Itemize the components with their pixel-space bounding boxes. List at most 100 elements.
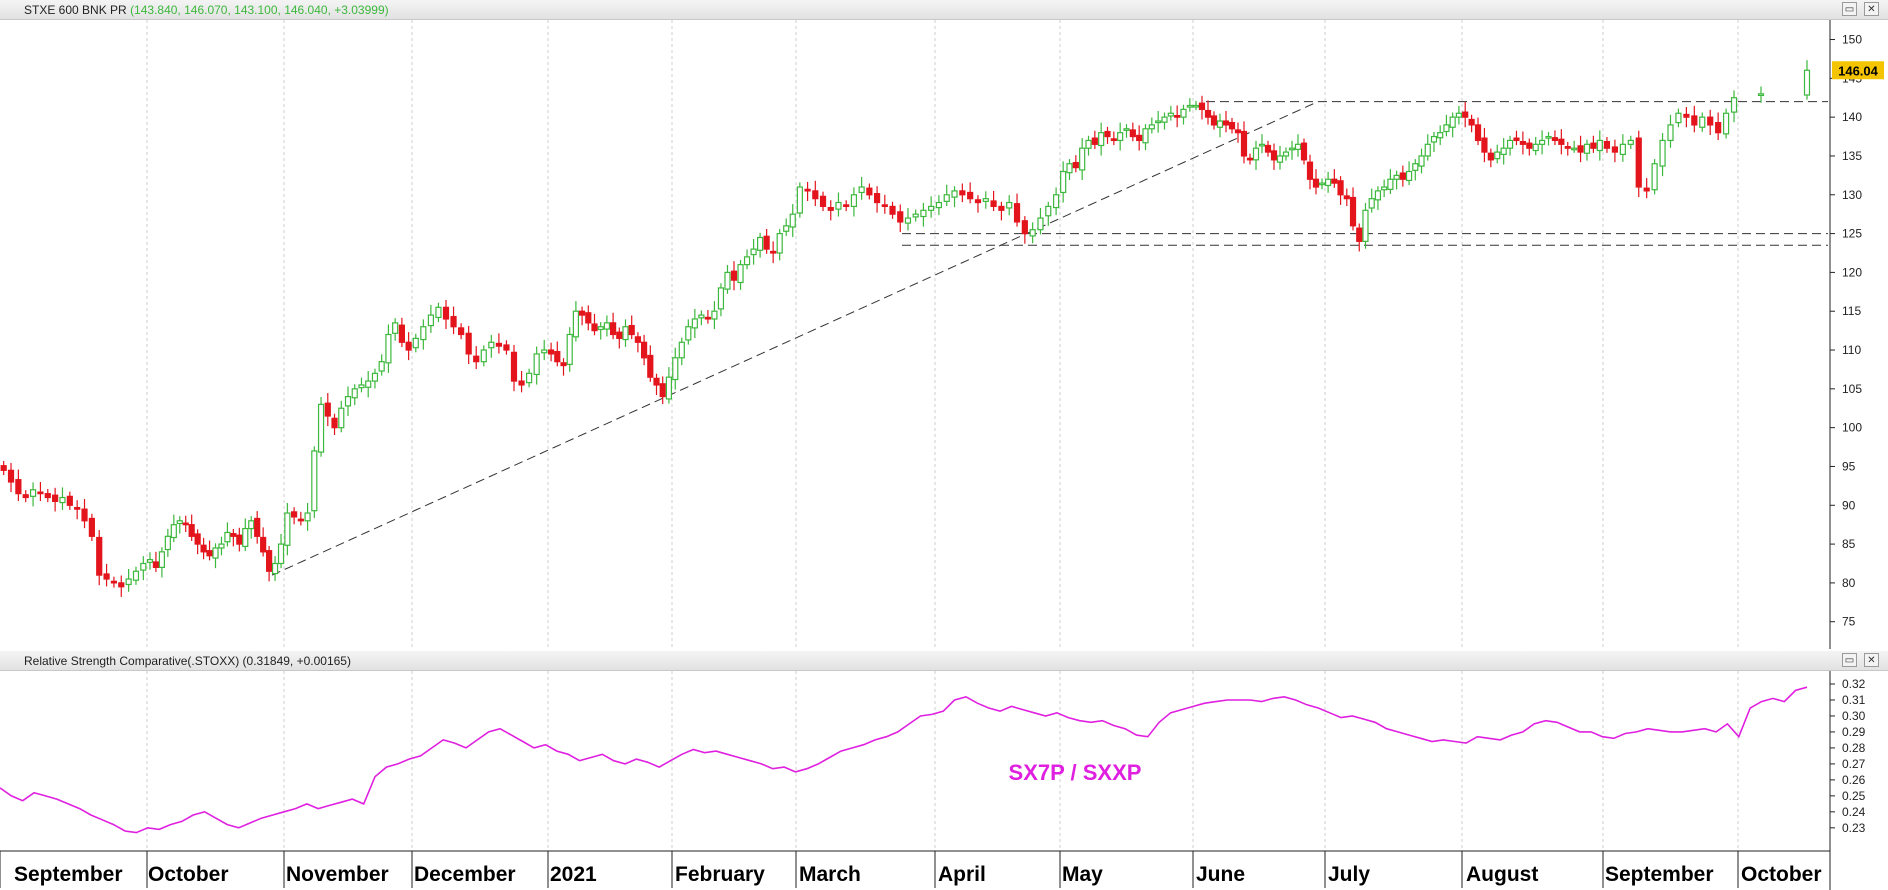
candle-body xyxy=(819,195,827,208)
candle-body xyxy=(1368,198,1375,209)
candle-body xyxy=(1412,163,1419,171)
candle-body xyxy=(1462,111,1469,118)
candle-body xyxy=(254,517,261,537)
ohlc-values: (143.840, 146.070, 143.100, 146.040, +3.… xyxy=(130,3,389,17)
rs-panel-title: Relative Strength Comparative(.STOXX) (0… xyxy=(24,654,351,668)
candle-body xyxy=(158,551,165,568)
candle-body xyxy=(665,376,673,400)
candle-body xyxy=(405,341,412,351)
candle-body xyxy=(982,198,989,202)
candle-body xyxy=(1611,146,1619,153)
candle-body xyxy=(1455,112,1462,118)
candle-body xyxy=(998,205,1005,211)
rs-tick-label: 0.26 xyxy=(1842,773,1866,787)
candle-body xyxy=(365,380,372,388)
candle-body xyxy=(1246,157,1254,161)
candle-body xyxy=(1513,137,1520,142)
candle-body xyxy=(371,372,379,382)
candle-body xyxy=(1306,161,1314,180)
candle-body xyxy=(1110,138,1117,142)
candle-body xyxy=(1136,134,1143,142)
price-tick-label: 135 xyxy=(1842,149,1862,163)
candle-body xyxy=(1551,137,1559,142)
candle-body xyxy=(1500,147,1507,156)
candle-body xyxy=(224,531,231,543)
candle-body xyxy=(442,306,450,320)
restore-icon[interactable]: ▭ xyxy=(1842,2,1857,16)
candle-body xyxy=(182,522,189,526)
price-tick-label: 105 xyxy=(1842,382,1862,396)
candle-body xyxy=(647,354,654,378)
candle-body xyxy=(324,402,331,417)
candle-body xyxy=(928,205,935,211)
candle-body xyxy=(331,417,338,429)
candle-body xyxy=(866,187,873,196)
candle-body xyxy=(66,495,73,506)
candle-body xyxy=(678,341,685,359)
candle-body xyxy=(1519,141,1526,145)
candle-body xyxy=(743,256,751,266)
candle-body xyxy=(495,342,502,347)
close-icon[interactable]: ✕ xyxy=(1864,2,1879,16)
candle-body xyxy=(412,337,419,349)
candle-body xyxy=(591,323,598,332)
instrument-name: STXE 600 BNK PR xyxy=(24,3,127,17)
candle-body xyxy=(1123,128,1130,131)
candle-body xyxy=(15,479,22,495)
candle-body xyxy=(311,450,318,512)
candle-body xyxy=(277,543,285,565)
candle-body xyxy=(691,318,698,329)
candle-body xyxy=(889,205,896,215)
rs-restore-icon[interactable]: ▭ xyxy=(1842,653,1857,667)
candle-body xyxy=(1564,146,1571,149)
candle-body xyxy=(547,349,555,355)
candle-body xyxy=(881,204,888,208)
candle-body xyxy=(317,403,325,453)
price-panel-title: STXE 600 BNK PR (143.840, 146.070, 143.1… xyxy=(24,3,389,17)
candle-body xyxy=(398,324,405,343)
rs-tick-label: 0.30 xyxy=(1842,709,1866,723)
price-chart[interactable]: 7580859095100105110115120125130135140145… xyxy=(0,20,1888,649)
rs-chart[interactable]: 0.23 0.24 0.25 0.26 0.27 0.28 0.29 0.30 0.31 0.32… xyxy=(0,671,1888,850)
candle-body xyxy=(1399,172,1406,180)
candle-body xyxy=(1337,180,1344,196)
candle-body xyxy=(1481,137,1488,153)
candle-body xyxy=(176,520,183,525)
candle-body xyxy=(1635,137,1642,188)
rs-close-icon[interactable]: ✕ xyxy=(1864,653,1879,667)
candle-body xyxy=(1603,141,1611,149)
candle-body xyxy=(1174,114,1181,118)
candle-body xyxy=(1715,121,1722,134)
candle-body xyxy=(920,209,927,218)
candle-body xyxy=(271,562,279,575)
candle-body xyxy=(1104,130,1111,138)
candle-body xyxy=(450,316,457,328)
candle-body xyxy=(1494,151,1501,160)
candle-body xyxy=(1091,137,1098,145)
candle-body xyxy=(850,194,858,208)
candle-body xyxy=(704,316,711,320)
candle-body xyxy=(44,493,51,499)
month-label: September xyxy=(14,863,123,886)
candle-body xyxy=(526,372,533,384)
candle-body xyxy=(88,517,95,537)
month-label: October xyxy=(1741,863,1822,886)
candle-body xyxy=(1619,143,1626,156)
candle-body xyxy=(152,561,160,568)
candle-body xyxy=(1234,129,1242,134)
candle-body xyxy=(959,190,966,196)
candle-body xyxy=(1675,112,1682,124)
candle-body xyxy=(1098,132,1105,147)
candle-body xyxy=(297,518,304,522)
candle-body xyxy=(1294,143,1302,150)
price-tick-label: 80 xyxy=(1842,576,1856,590)
candle-body xyxy=(1155,120,1162,124)
candle-body xyxy=(685,326,692,341)
candle-body xyxy=(170,524,177,539)
candle-body xyxy=(1228,121,1236,130)
rs-values: (0.31849, +0.00165) xyxy=(242,654,351,668)
candle-body xyxy=(990,200,997,208)
candle-body xyxy=(132,570,140,581)
candle-body xyxy=(266,550,273,572)
candle-body xyxy=(358,384,365,389)
